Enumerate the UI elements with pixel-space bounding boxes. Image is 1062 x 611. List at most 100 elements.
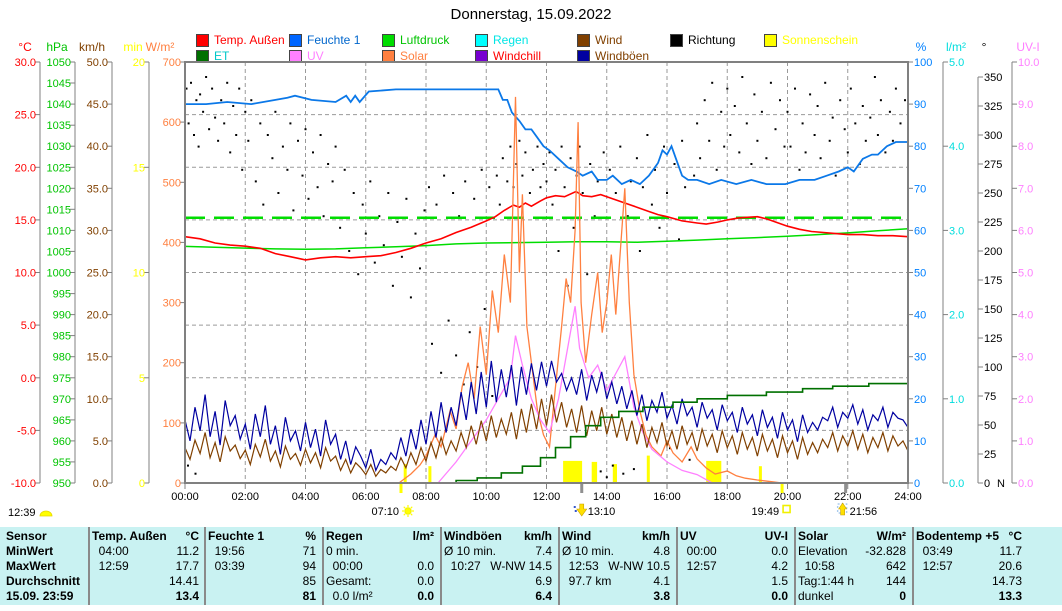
axis-deg: 3503253002752502252001751501251007550250…	[978, 40, 1002, 490]
axis-tick-label: 45.0	[87, 99, 108, 111]
axis-tick-label: 300	[163, 298, 181, 310]
stat-cell: Bodentemp +5°C	[916, 529, 1022, 544]
stat-cell: 3.8	[562, 589, 670, 604]
axis-tick-label: 5.0	[93, 436, 108, 448]
x-tick-label: 12:00	[533, 491, 561, 503]
x-tick-label: 16:00	[653, 491, 681, 503]
axis-tick-label: 225	[984, 217, 1002, 229]
x-tick-label: 14:00	[593, 491, 621, 503]
x-tick-label: 04:00	[292, 491, 320, 503]
axis-tick-label: 4.0	[1018, 310, 1033, 322]
axis-tick-label: 955	[53, 457, 71, 469]
axis-tick-label: 960	[53, 436, 71, 448]
axis-tick-label: 20.0	[87, 310, 108, 322]
axis-tick-label: 10	[133, 268, 145, 280]
axis-tick-label: 3.0	[949, 225, 964, 237]
stat-cell: 1.5	[680, 574, 788, 589]
table-divider	[676, 527, 678, 605]
axis-tick-label: 9.0	[1018, 99, 1033, 111]
stat-cell: 6.9	[444, 574, 552, 589]
stat-cell: MinWert	[6, 544, 86, 559]
axis-tick-label: 300	[984, 130, 1002, 142]
sun-peak-annotation: 12:39	[8, 507, 52, 519]
stat-cell: 0.0	[680, 589, 788, 604]
axis-tick-label: 175	[984, 275, 1002, 287]
weather-chart: 30.025.020.015.010.05.00.0-5.0-10.0°C105…	[0, 0, 1062, 527]
stat-cell: UVUV-I	[680, 529, 788, 544]
axis-tick-label: 995	[53, 289, 71, 301]
stats-table: SensorMinWertMaxWertDurchschnitt15.09. 2…	[0, 527, 1062, 605]
sun-event-time: 19:49	[752, 506, 780, 518]
stat-cell: Windkm/h	[562, 529, 670, 544]
axis-tick-label: 1030	[47, 141, 71, 153]
axis-tick-label: 15.0	[87, 352, 108, 364]
table-divider	[204, 527, 206, 605]
x-tick-label: 08:00	[412, 491, 440, 503]
stat-cell: 13.4	[92, 589, 199, 604]
x-tick-label: 20:00	[774, 491, 802, 503]
solar-max-icon	[574, 504, 587, 516]
axis-tick-label: 325	[984, 101, 1002, 113]
stat-cell: 12:53W-NW 10.5	[562, 559, 670, 574]
sun-event-time: 07:10	[371, 506, 399, 518]
axis-tick-label: 200	[163, 358, 181, 370]
x-axis: 00:0002:0004:0006:0008:0010:0012:0014:00…	[171, 484, 922, 503]
axis-tick-label: 125	[984, 333, 1002, 345]
axis-tick-label: 100	[914, 57, 932, 69]
axis-tick-label: 5.0	[21, 320, 36, 332]
axis-tick-label: 20	[914, 394, 926, 406]
stat-cell: 6.4	[444, 589, 552, 604]
axis-tick-label: 1035	[47, 120, 71, 132]
axis-min: 20151050min	[123, 40, 149, 490]
stat-cell: 81	[208, 589, 316, 604]
stat-cell: Windböenkm/h	[444, 529, 552, 544]
stat-cell: Ø 10 min.7.4	[444, 544, 552, 559]
axis-tick-label: 100	[984, 362, 1002, 374]
table-divider	[88, 527, 90, 605]
stat-cell: Sensor	[6, 529, 86, 544]
axis-tick-label: 3.0	[1018, 352, 1033, 364]
axis-tick-label: 10.0	[15, 268, 36, 280]
x-tick-label: 24:00	[894, 491, 922, 503]
axis-hpa: 1050104510401035103010251020101510101005…	[46, 40, 75, 490]
axis-tick-label: 1050	[47, 57, 71, 69]
axis-tick-label: 30.0	[87, 225, 108, 237]
axis-tick-label: 20	[133, 57, 145, 69]
stat-cell: Gesamt:0.0	[326, 574, 434, 589]
north-label: N	[997, 478, 1005, 490]
axis-tick-label: 1005	[47, 246, 71, 258]
axis-tick-label: 50	[984, 420, 996, 432]
axis-unit-label: min	[123, 40, 142, 54]
axis-tick-label: 0	[139, 478, 145, 490]
axis-tick-label: 5.0	[949, 57, 964, 69]
axis-tick-label: 50	[914, 268, 926, 280]
axis-tick-label: 25.0	[87, 268, 108, 280]
sun-event-time: 13:10	[588, 506, 616, 518]
stat-cell: 97.7 km4.1	[562, 574, 670, 589]
series-richtung-scatter	[186, 76, 907, 478]
axis-tick-label: 40.0	[87, 141, 108, 153]
axis-unit-label: W/m²	[146, 40, 175, 54]
stat-cell: 12:574.2	[680, 559, 788, 574]
axis-tick-label: 8.0	[1018, 141, 1033, 153]
stat-cell: 12:5917.7	[92, 559, 199, 574]
axis-tick-label: -5.0	[17, 425, 36, 437]
sun-half-icon	[40, 511, 52, 516]
axis-tick-label: 30	[914, 352, 926, 364]
table-divider	[794, 527, 796, 605]
stat-cell: MaxWert	[6, 559, 86, 574]
axis-tick-label: 1025	[47, 162, 71, 174]
axis-tick-label: 1010	[47, 225, 71, 237]
stat-cell: 13.3	[916, 589, 1022, 604]
axis-tick-label: 10.0	[87, 394, 108, 406]
stat-cell: 85	[208, 574, 316, 589]
axis-kmh: 50.045.040.035.030.025.020.015.010.05.00…	[79, 40, 112, 490]
x-tick-label: 02:00	[231, 491, 259, 503]
stat-cell: SolarW/m²	[798, 529, 906, 544]
stat-cell: Temp. Außen°C	[92, 529, 199, 544]
axis-wm2: 7006005004003002001000W/m²	[146, 40, 185, 490]
axis-tick-label: 90	[914, 99, 926, 111]
axis-tick-label: 50.0	[87, 57, 108, 69]
axis-tick-label: 30.0	[15, 57, 36, 69]
axis-tick-label: 990	[53, 310, 71, 322]
